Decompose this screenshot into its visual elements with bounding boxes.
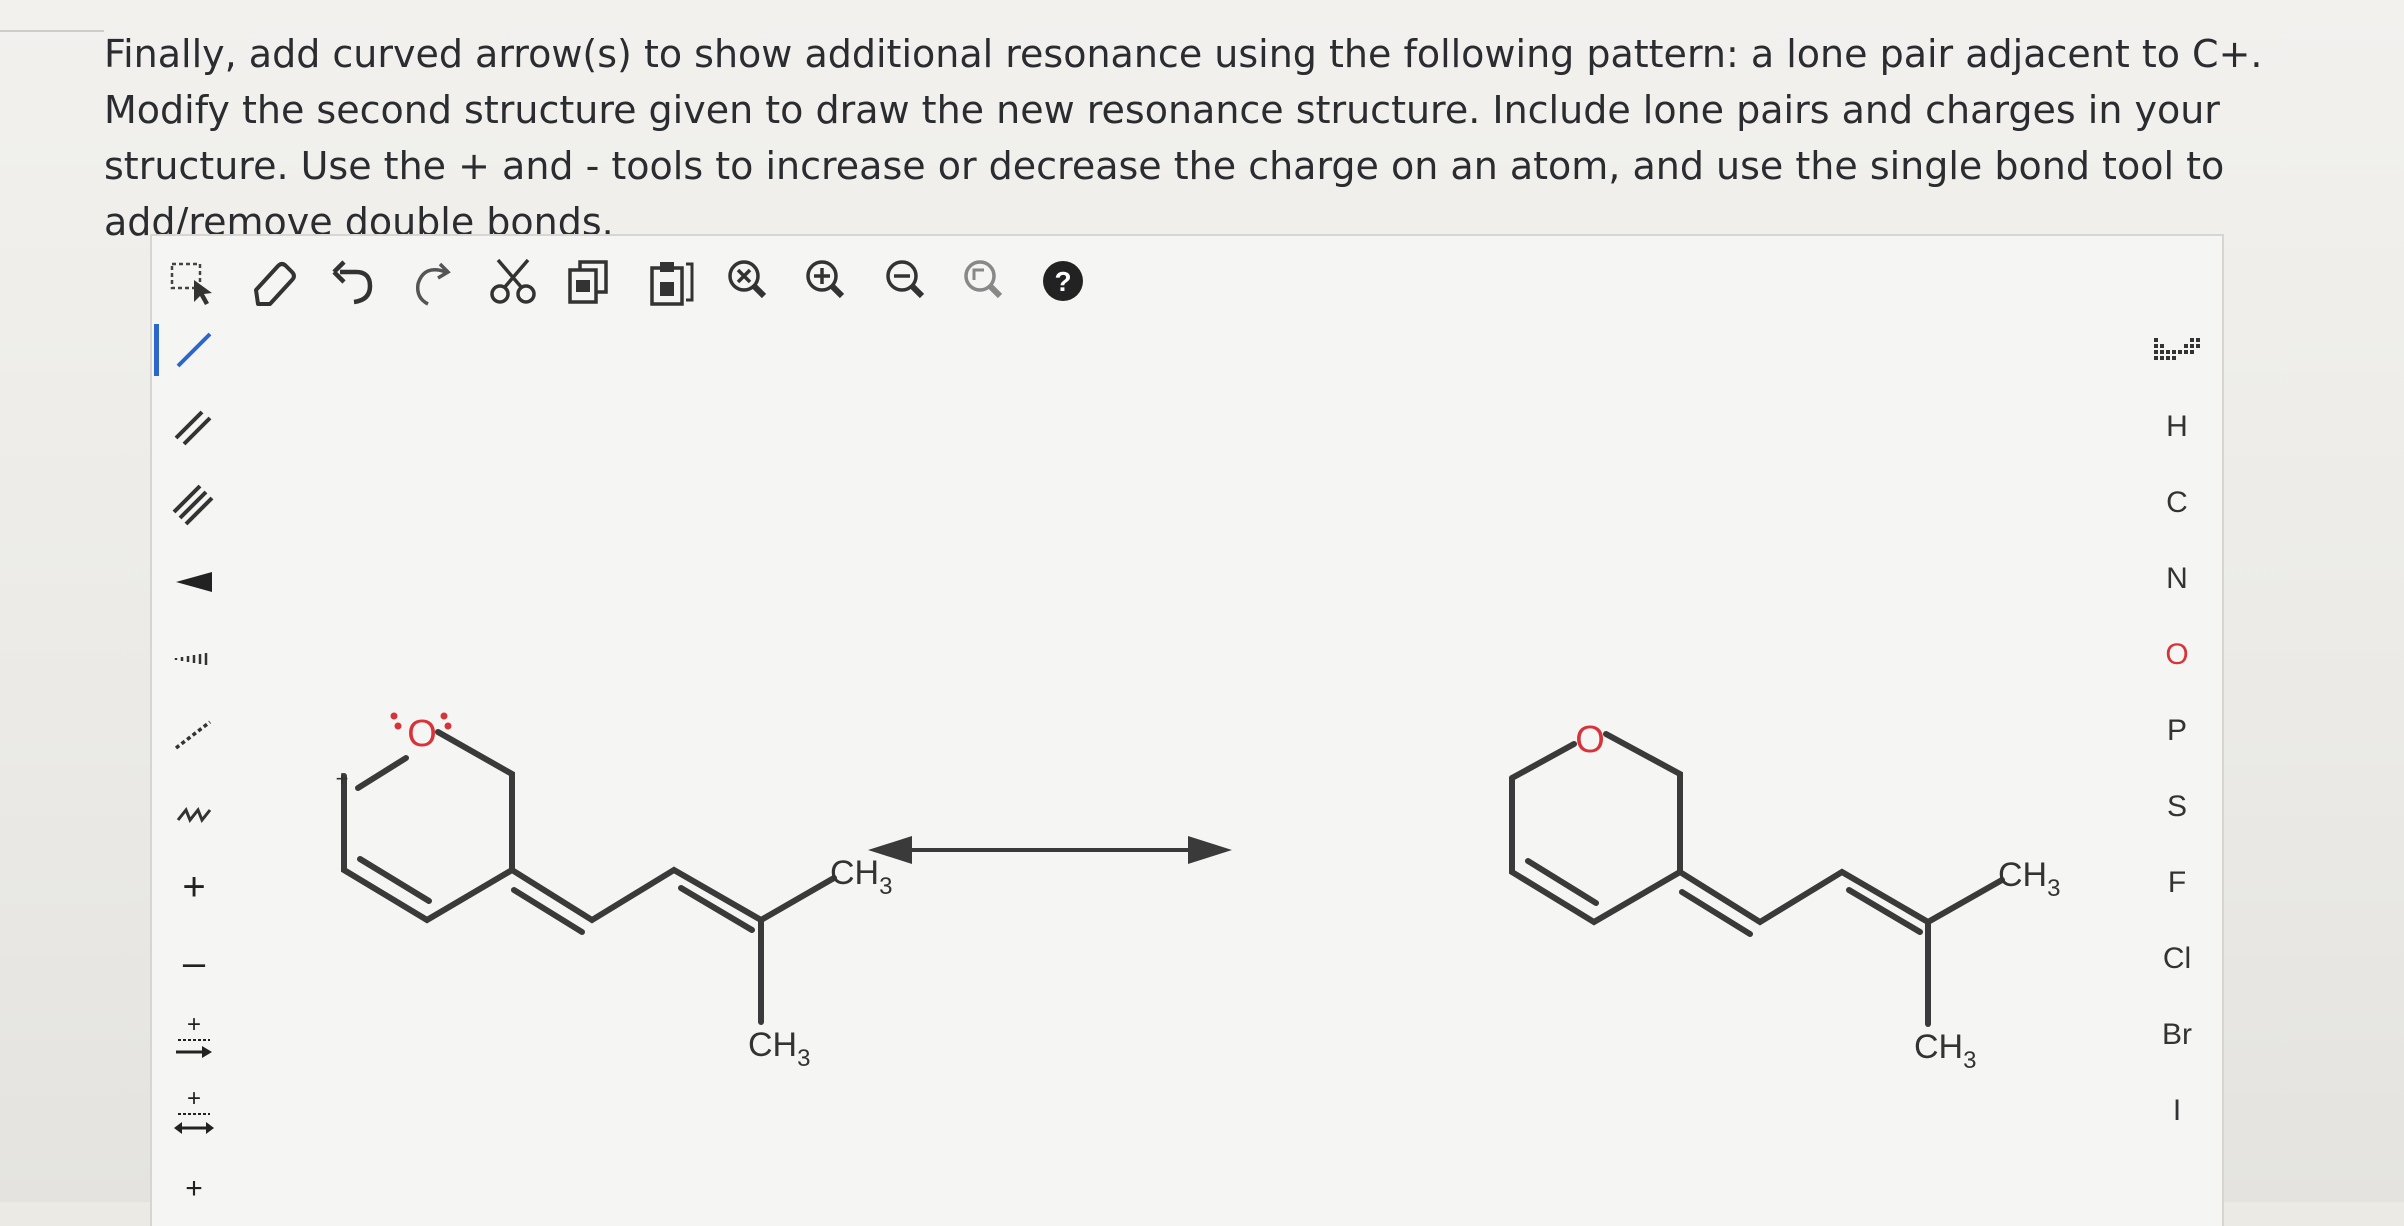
element-s[interactable]: S [2146, 782, 2208, 832]
lone-pair-dot [394, 722, 402, 730]
element-f[interactable]: F [2146, 858, 2208, 908]
triple-bond-icon[interactable] [164, 474, 224, 534]
copy-icon[interactable] [560, 250, 622, 312]
svg-text:+: + [182, 865, 205, 909]
clear-icon[interactable] [718, 250, 780, 312]
svg-text:–: – [183, 941, 206, 985]
svg-text:+: + [187, 1085, 201, 1112]
resonance-arrow-icon[interactable]: + [164, 1084, 224, 1144]
ch3-bottom-left: CH3 [748, 1026, 810, 1072]
element-p[interactable]: P [2146, 706, 2208, 756]
lone-pair-dot [444, 722, 452, 730]
resonance-arrow [868, 836, 1232, 864]
element-o[interactable]: O [2146, 630, 2208, 680]
element-c[interactable]: C [2146, 478, 2208, 528]
select-icon[interactable] [162, 250, 224, 312]
ch3-top-left: CH3 [830, 854, 892, 900]
molecule-right [1509, 731, 2005, 1027]
wedge-bond-icon[interactable] [164, 550, 224, 610]
element-cl[interactable]: Cl [2146, 934, 2208, 984]
element-br[interactable]: Br [2146, 1010, 2208, 1060]
exo-double-bond-right [1679, 889, 1753, 937]
zoom-in-icon[interactable] [796, 250, 858, 312]
bond-to-ch3-top-right [1925, 877, 2005, 925]
undo-icon[interactable] [322, 250, 384, 312]
dashed-bond-icon[interactable] [164, 704, 224, 764]
oxygen-left[interactable]: O [407, 713, 437, 755]
svg-text:+: + [187, 1011, 201, 1038]
bond-right-c-o [1509, 741, 1577, 781]
element-h[interactable]: H [2146, 402, 2208, 452]
ring-double-bond-right [1525, 858, 1599, 906]
plus-charge-icon[interactable]: + [164, 856, 224, 916]
zoom-fit-icon[interactable] [954, 250, 1016, 312]
help-icon[interactable]: ? [1032, 250, 1094, 312]
paste-icon[interactable] [638, 250, 700, 312]
svg-text:+: + [185, 1172, 203, 1205]
eraser-icon[interactable] [242, 250, 304, 312]
radical-plus-arrow-icon[interactable]: + [164, 1008, 224, 1068]
editor-toolbar: ? [152, 236, 2222, 318]
svg-text:?: ? [1054, 266, 1071, 297]
ring-bonds-left [341, 729, 515, 924]
bond-left-c-o [355, 755, 409, 791]
wavy-bond-icon[interactable] [164, 780, 224, 840]
single-bond-icon[interactable] [154, 320, 224, 380]
drawing-canvas[interactable]: O + CH3 CH3 O CH3 CH3 [234, 316, 2132, 1226]
question-text: Finally, add curved arrow(s) to show add… [104, 32, 2263, 244]
lone-pair-dot [390, 712, 398, 720]
element-tools-panel: H C N O P S F Cl Br I [2132, 316, 2222, 1226]
chemistry-editor: ? + – + + + H C N O P S F Cl Br I O + CH… [150, 234, 2224, 1226]
element-i[interactable]: I [2146, 1086, 2208, 1136]
exo-double-bond-left [511, 887, 585, 935]
page: Finally, add curved arrow(s) to show add… [0, 0, 2404, 1226]
plus-more-icon[interactable]: + [164, 1156, 224, 1216]
ch3-top-right: CH3 [1998, 856, 2060, 902]
lone-pair-dot [440, 712, 448, 720]
oxygen-right[interactable]: O [1575, 719, 1605, 761]
double-bond-icon[interactable] [164, 398, 224, 458]
minus-charge-icon[interactable]: – [164, 932, 224, 992]
ring-double-bond-left [357, 856, 432, 904]
hash-bond-icon[interactable] [164, 626, 224, 686]
cut-icon[interactable] [482, 250, 544, 312]
element-n[interactable]: N [2146, 554, 2208, 604]
zoom-out-icon[interactable] [876, 250, 938, 312]
bond-to-ch3-top-left [758, 875, 837, 923]
ch3-bottom-right: CH3 [1914, 1028, 1976, 1074]
divider-line [0, 30, 104, 32]
redo-icon[interactable] [402, 250, 464, 312]
periodic-table-icon[interactable] [2146, 326, 2208, 376]
molecule-left [341, 729, 837, 1025]
bond-tools-panel: + – + + + [152, 316, 234, 1226]
positive-charge-left: + [336, 766, 349, 791]
